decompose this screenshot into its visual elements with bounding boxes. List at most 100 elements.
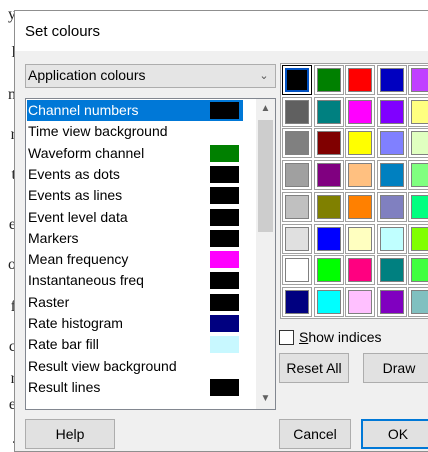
palette-colour-cell[interactable] <box>313 65 344 95</box>
palette-colour-cell[interactable] <box>376 223 407 254</box>
palette-colour-cell[interactable] <box>345 255 375 286</box>
reset-all-button[interactable]: Reset All <box>279 353 349 383</box>
palette-colour-cell[interactable] <box>345 160 375 191</box>
colour-set-selected: Application colours <box>28 67 146 83</box>
palette-colour-cell[interactable] <box>282 96 312 127</box>
palette-colour-fill <box>411 194 428 219</box>
palette-colour-cell[interactable] <box>313 128 344 159</box>
colour-swatch <box>210 336 239 354</box>
palette-colour-cell[interactable] <box>313 286 344 317</box>
colour-swatch <box>210 165 239 183</box>
list-item[interactable]: Instantaneous freq <box>27 270 243 291</box>
colour-item-list[interactable]: Result lines Result view background Rate b… <box>25 98 276 410</box>
list-item-label: Events as lines <box>28 187 123 204</box>
chevron-down-icon[interactable]: ⌄ <box>257 66 271 86</box>
palette-colour-fill <box>411 99 428 124</box>
palette-colour-cell[interactable] <box>345 96 375 127</box>
palette-colour-cell[interactable] <box>282 191 312 222</box>
colour-swatch <box>210 378 239 396</box>
palette-colour-fill <box>316 258 341 283</box>
list-item[interactable]: Result view background <box>27 356 243 377</box>
palette-colour-cell[interactable] <box>345 286 375 317</box>
draw-button[interactable]: Draw <box>363 353 428 383</box>
background-window-edge: ylnrteofcre. <box>0 0 14 452</box>
list-item[interactable]: Channel numbers <box>27 100 243 121</box>
list-item[interactable]: Raster <box>27 292 243 313</box>
list-item[interactable]: Rate histogram <box>27 313 243 334</box>
list-item-label: Rate histogram <box>28 315 123 331</box>
list-item[interactable]: Waveform channel <box>27 143 243 164</box>
colour-palette-grid <box>280 63 428 319</box>
palette-colour-fill <box>411 68 428 92</box>
palette-colour-fill <box>348 99 372 124</box>
palette-colour-fill <box>348 289 372 314</box>
palette-colour-fill <box>285 99 309 124</box>
list-item-label: Events as dots <box>28 165 120 182</box>
palette-colour-cell[interactable] <box>408 96 428 127</box>
palette-colour-cell[interactable] <box>313 223 344 254</box>
palette-colour-cell[interactable] <box>376 65 407 95</box>
palette-colour-cell[interactable] <box>282 223 312 254</box>
palette-colour-cell[interactable] <box>345 191 375 222</box>
palette-colour-fill <box>316 289 341 314</box>
palette-colour-cell[interactable] <box>282 255 312 286</box>
palette-colour-cell[interactable] <box>408 191 428 222</box>
palette-colour-cell[interactable] <box>376 128 407 159</box>
show-indices-checkbox[interactable] <box>279 330 294 345</box>
palette-colour-fill <box>316 99 341 124</box>
palette-colour-cell[interactable] <box>345 223 375 254</box>
palette-colour-cell[interactable] <box>408 255 428 286</box>
list-item[interactable]: Events as dots <box>27 164 243 185</box>
palette-colour-cell[interactable] <box>282 160 312 191</box>
palette-colour-fill <box>316 226 341 251</box>
palette-colour-fill <box>316 131 341 156</box>
scroll-down-icon[interactable]: ▼ <box>256 389 275 409</box>
palette-colour-cell[interactable] <box>408 223 428 254</box>
list-item[interactable]: Rate bar fill <box>27 334 243 355</box>
palette-colour-cell[interactable] <box>408 286 428 317</box>
palette-colour-cell[interactable] <box>282 65 312 95</box>
ok-button[interactable]: OK <box>361 419 428 449</box>
palette-colour-cell[interactable] <box>408 65 428 95</box>
scroll-thumb[interactable] <box>258 120 273 232</box>
palette-colour-fill <box>379 99 404 124</box>
palette-colour-cell[interactable] <box>313 255 344 286</box>
list-item[interactable]: Mean frequency <box>27 249 243 270</box>
palette-colour-cell[interactable] <box>408 160 428 191</box>
palette-colour-fill <box>348 131 372 156</box>
palette-colour-cell[interactable] <box>345 128 375 159</box>
list-scrollbar[interactable]: ▲ ▼ <box>256 99 275 409</box>
help-button[interactable]: Help <box>25 419 115 449</box>
colour-set-dropdown[interactable]: Application colours ⌄ <box>25 64 276 88</box>
palette-colour-cell[interactable] <box>376 160 407 191</box>
palette-colour-fill <box>379 68 404 92</box>
cancel-button[interactable]: Cancel <box>279 419 351 449</box>
list-item[interactable]: Markers <box>27 228 243 249</box>
palette-colour-cell[interactable] <box>282 286 312 317</box>
palette-colour-cell[interactable] <box>313 160 344 191</box>
palette-colour-cell[interactable] <box>282 128 312 159</box>
palette-colour-fill <box>348 258 372 283</box>
palette-colour-fill <box>316 194 341 219</box>
list-item[interactable]: Event level data <box>27 207 243 228</box>
list-item[interactable]: Time view background <box>27 121 243 142</box>
palette-colour-cell[interactable] <box>376 286 407 317</box>
show-indices-label[interactable]: Show indices <box>299 329 382 345</box>
palette-colour-cell[interactable] <box>313 96 344 127</box>
palette-colour-cell[interactable] <box>408 128 428 159</box>
list-item[interactable]: Result lines <box>27 377 243 398</box>
dialog-title: Set colours <box>25 23 101 40</box>
list-item-label: Event level data <box>28 208 128 225</box>
list-item-label: Waveform channel <box>28 144 145 161</box>
palette-colour-fill <box>411 258 428 283</box>
palette-colour-cell[interactable] <box>376 96 407 127</box>
palette-colour-cell[interactable] <box>376 191 407 222</box>
list-item-label: Time view background <box>28 123 168 140</box>
scroll-up-icon[interactable]: ▲ <box>256 99 275 119</box>
list-item[interactable]: Events as lines <box>27 185 243 206</box>
palette-colour-cell[interactable] <box>376 255 407 286</box>
colour-swatch <box>210 208 239 226</box>
palette-colour-cell[interactable] <box>345 65 375 95</box>
palette-colour-cell[interactable] <box>313 191 344 222</box>
palette-colour-fill <box>348 163 372 188</box>
